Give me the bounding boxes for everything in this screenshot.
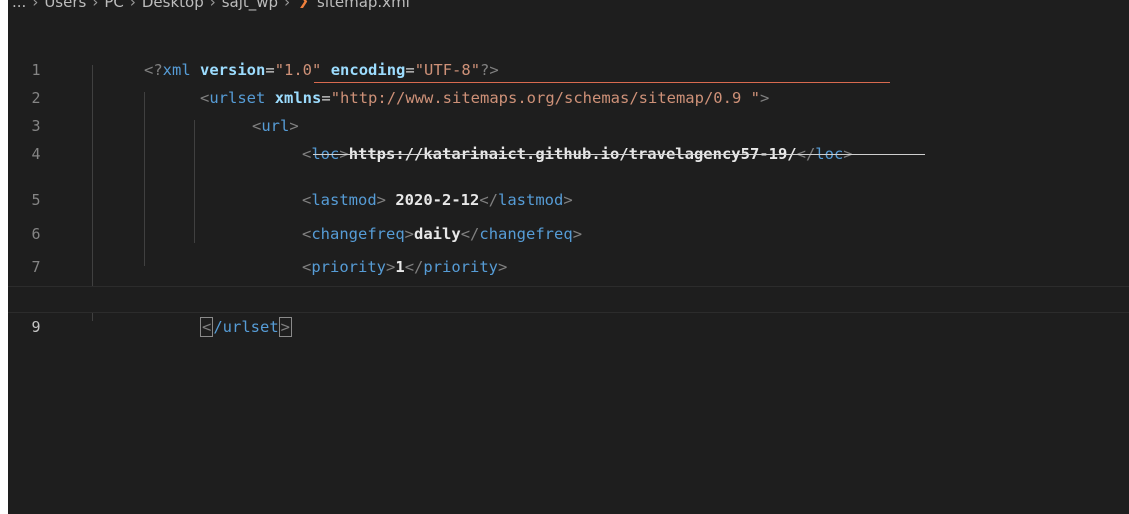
breadcrumb-item-file[interactable]: sitemap.xml [313,0,414,13]
breadcrumb-item-sajt-wp[interactable]: sajt_wp [218,0,282,13]
breadcrumb: ... › Users › PC › Desktop › sajt_wp › ❯… [8,0,414,13]
breadcrumb-separator: › [209,0,216,11]
line-number: 9 [31,318,41,336]
code-line-7[interactable]: 7 <priority>1</priority> [8,227,1129,276]
breadcrumb-item-desktop[interactable]: Desktop [138,0,208,13]
code-line-4[interactable]: 4 <loc>https://katarinaict.github.io/tra… [8,114,1129,163]
breadcrumb-separator: › [129,0,136,11]
bracket-match-close: > [278,317,293,337]
code-content: </urlset > [144,287,293,368]
end-tag-name: /urlset [213,318,279,336]
breadcrumb-separator: › [284,0,291,11]
code-line-5[interactable]: 5 <lastmod> 2020-2-12</lastmod> [8,160,1129,209]
bracket-match-open: < [200,317,214,337]
code-line-2[interactable]: 2 <urlset xmlns="http://www.sitemaps.org… [8,58,1129,107]
code-line-3[interactable]: 3 <url> [8,86,1129,135]
breadcrumb-item-root[interactable]: ... [8,0,30,13]
xml-file-icon: ❯ [298,0,309,9]
code-line-1[interactable]: 1 <?xml version="1.0" encoding="UTF-8"?> [8,30,1129,79]
breadcrumb-separator: › [32,0,39,11]
breadcrumb-item-users[interactable]: Users [40,0,90,13]
code-line-9-current[interactable]: 9 </urlset > [8,286,1129,337]
code-line-8[interactable]: 8 </url> [8,256,1129,305]
lint-warning-underline [314,82,890,83]
breadcrumb-separator: › [92,0,99,11]
code-line-6[interactable]: 6 <changefreq>daily</changefreq> [8,194,1129,243]
breadcrumb-item-pc[interactable]: PC [100,0,128,13]
link-underline [313,154,925,155]
code-editor[interactable]: ... › Users › PC › Desktop › sajt_wp › ❯… [8,0,1129,514]
